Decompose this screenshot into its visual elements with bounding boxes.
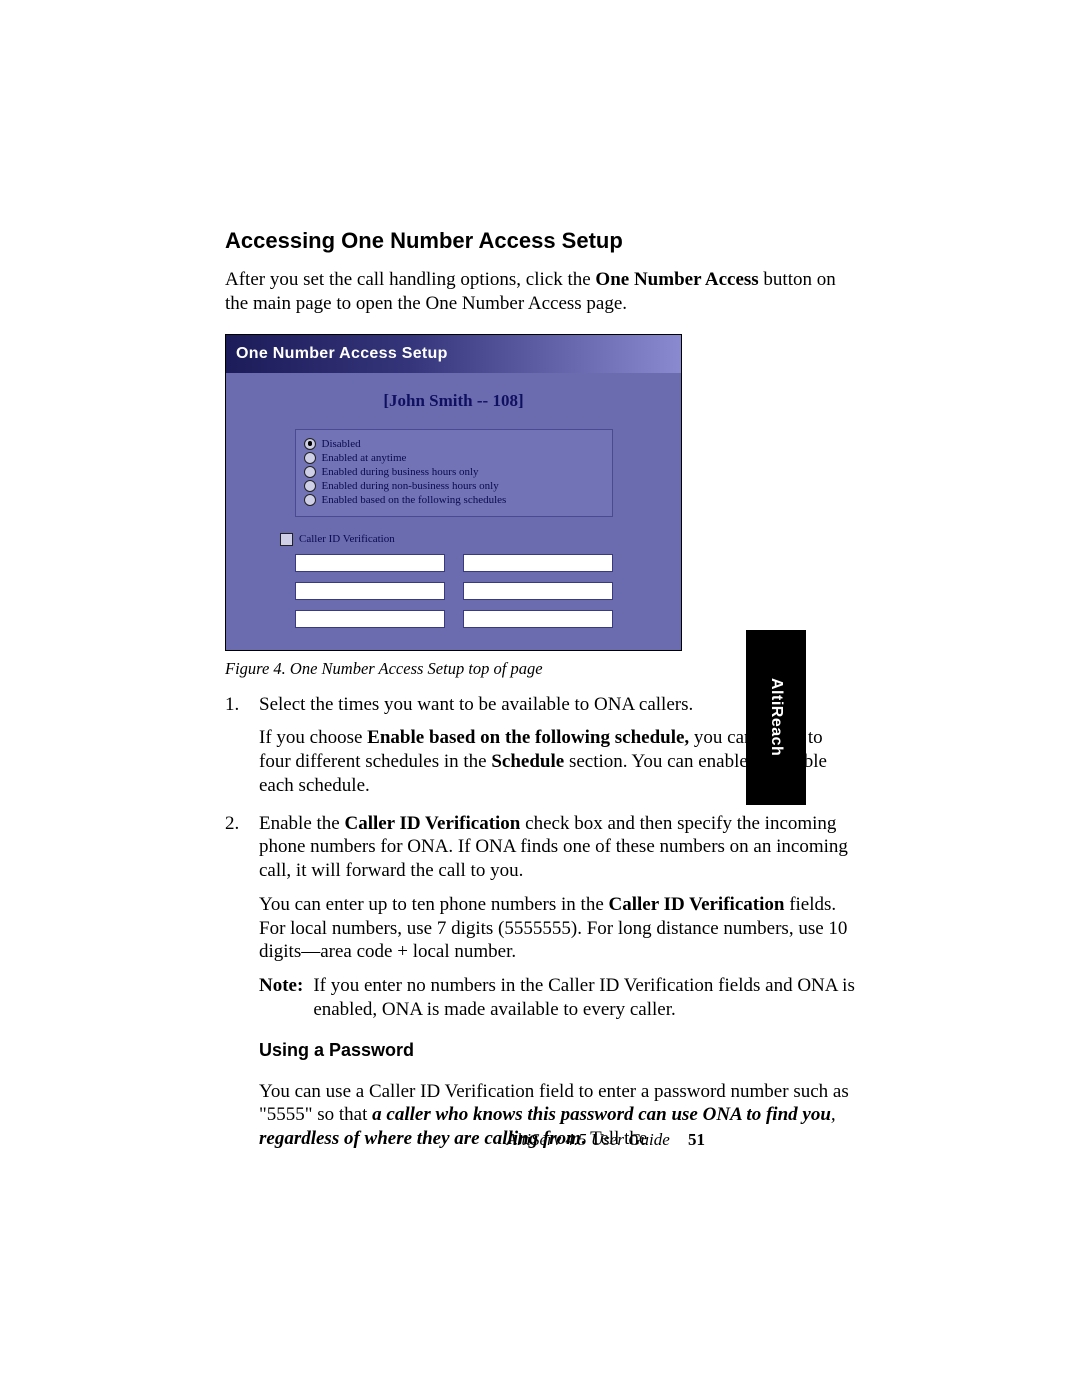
intro-text-bold: One Number Access xyxy=(595,269,758,290)
screenshot-user: [John Smith -- 108] xyxy=(240,391,667,411)
radio-non-business-hours[interactable]: Enabled during non-business hours only xyxy=(304,480,604,492)
section-heading: Accessing One Number Access Setup xyxy=(225,228,855,254)
footer-guide-title: AltiServ 4.5 User Guide xyxy=(506,1130,669,1149)
note-label: Note: xyxy=(259,974,303,1022)
radio-label: Enabled based on the following schedules xyxy=(322,494,507,506)
step1-text: Select the times you want to be availabl… xyxy=(259,694,693,715)
screenshot-body: [John Smith -- 108] Disabled Enabled at … xyxy=(226,373,681,650)
radio-icon xyxy=(304,494,316,506)
caller-id-input[interactable] xyxy=(463,582,613,600)
schedule-options-box: Disabled Enabled at anytime Enabled duri… xyxy=(295,429,613,517)
radio-label: Enabled during non-business hours only xyxy=(322,480,499,492)
ona-setup-screenshot: One Number Access Setup [John Smith -- 1… xyxy=(225,334,682,651)
caller-id-input[interactable] xyxy=(295,554,445,572)
radio-schedules[interactable]: Enabled based on the following schedules xyxy=(304,494,604,506)
caller-id-input[interactable] xyxy=(295,610,445,628)
step-2: Enable the Caller ID Verification check … xyxy=(225,812,855,1022)
radio-label: Disabled xyxy=(322,438,361,450)
page-footer: AltiServ 4.5 User Guide 51 xyxy=(225,1130,705,1150)
caller-id-input[interactable] xyxy=(295,582,445,600)
caller-id-fields xyxy=(240,554,667,628)
caller-id-label: Caller ID Verification xyxy=(299,533,395,545)
step2-detail: You can enter up to ten phone numbers in… xyxy=(259,893,855,964)
checkbox-icon xyxy=(280,533,293,546)
subsection-heading: Using a Password xyxy=(259,1040,855,1061)
radio-disabled[interactable]: Disabled xyxy=(304,438,604,450)
note-text: If you enter no numbers in the Caller ID… xyxy=(313,974,855,1022)
screenshot-banner: One Number Access Setup xyxy=(226,335,681,373)
footer-page-number: 51 xyxy=(688,1130,705,1149)
caller-id-input[interactable] xyxy=(463,554,613,572)
section-tab: AltiReach xyxy=(746,630,806,805)
intro-text-pre: After you set the call handling options,… xyxy=(225,269,595,290)
caller-id-checkbox-row[interactable]: Caller ID Verification xyxy=(280,533,667,546)
section-tab-label: AltiReach xyxy=(767,678,785,756)
radio-icon xyxy=(304,480,316,492)
radio-icon xyxy=(304,466,316,478)
radio-icon xyxy=(304,438,316,450)
radio-label: Enabled at anytime xyxy=(322,452,407,464)
radio-icon xyxy=(304,452,316,464)
radio-label: Enabled during business hours only xyxy=(322,466,479,478)
radio-anytime[interactable]: Enabled at anytime xyxy=(304,452,604,464)
radio-business-hours[interactable]: Enabled during business hours only xyxy=(304,466,604,478)
caller-id-input[interactable] xyxy=(463,610,613,628)
intro-paragraph: After you set the call handling options,… xyxy=(225,268,855,316)
note: Note: If you enter no numbers in the Cal… xyxy=(259,974,855,1022)
